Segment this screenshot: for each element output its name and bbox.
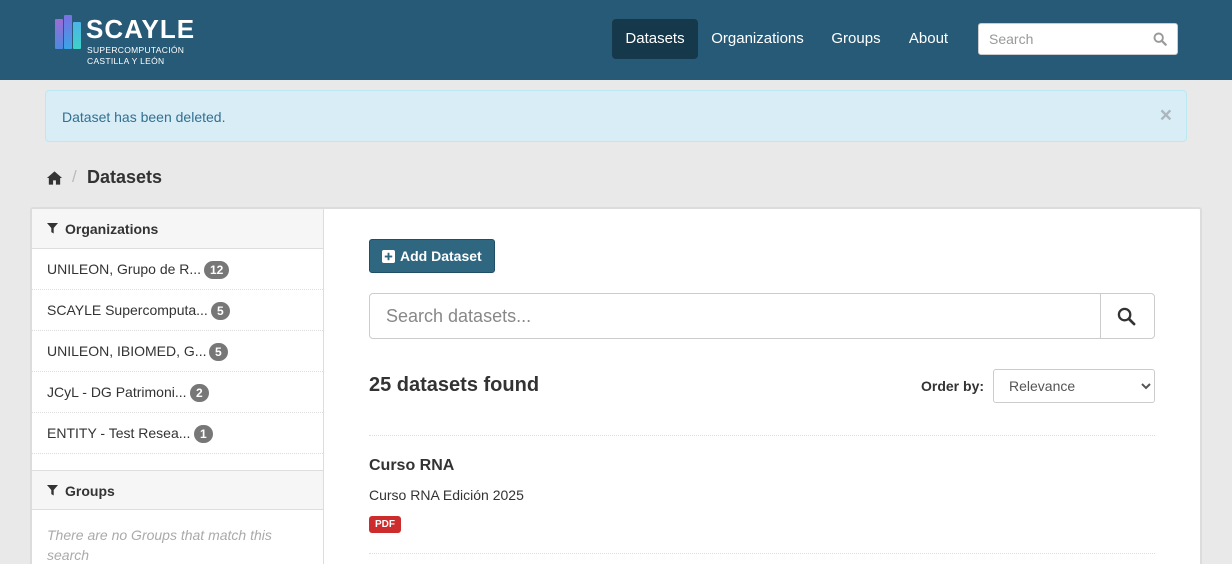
groups-facet-heading: Groups	[32, 470, 323, 510]
facet-item-count-badge: 5	[211, 302, 230, 320]
dataset-title-link[interactable]: Curso RNA	[369, 456, 454, 476]
content-wrapper: Organizations UNILEON, Grupo de R... 12 …	[30, 207, 1202, 564]
header-search-input[interactable]	[979, 24, 1149, 54]
facet-item-label: JCyL - DG Patrimoni...	[47, 384, 187, 400]
facet-item-label: UNILEON, IBIOMED, G...	[47, 343, 207, 359]
results-divider	[369, 435, 1155, 436]
close-icon[interactable]: ×	[1160, 104, 1172, 128]
facet-item-label: UNILEON, Grupo de R...	[47, 261, 202, 277]
search-icon	[1117, 307, 1136, 326]
nav-about[interactable]: About	[902, 19, 955, 59]
results-divider	[369, 553, 1155, 554]
site-logo[interactable]: SCAYLE SUPERCOMPUTACIÓN CASTILLA Y LEÓN	[55, 13, 195, 69]
filter-icon	[47, 223, 58, 234]
search-icon[interactable]	[1153, 32, 1167, 46]
facet-organization-item[interactable]: SCAYLE Supercomputa... 5	[32, 290, 323, 331]
logo-mark-icon	[55, 13, 81, 49]
organizations-heading-label: Organizations	[65, 221, 159, 237]
nav-groups[interactable]: Groups	[824, 19, 888, 59]
order-by-label: Order by:	[921, 378, 985, 394]
logo-subtitle-line-1: SUPERCOMPUTACIÓN	[87, 45, 185, 55]
home-icon[interactable]	[46, 170, 63, 186]
plus-square-icon	[382, 250, 395, 263]
groups-empty-message: There are no Groups that match this sear…	[47, 527, 272, 563]
sidebar: Organizations UNILEON, Grupo de R... 12 …	[32, 209, 324, 564]
nav-organizations[interactable]: Organizations	[704, 19, 811, 59]
breadcrumb-current[interactable]: Datasets	[87, 167, 162, 188]
facet-item-count-badge: 2	[190, 384, 209, 402]
facet-item-count-badge: 5	[209, 343, 228, 361]
facet-organization-item[interactable]: UNILEON, IBIOMED, G... 5	[32, 331, 323, 372]
facet-organization-item[interactable]: JCyL - DG Patrimoni... 2	[32, 372, 323, 413]
groups-heading-label: Groups	[65, 483, 115, 499]
logo-subtitle-line-2: CASTILLA Y LEÓN	[87, 56, 165, 66]
nav-datasets[interactable]: Datasets	[612, 19, 698, 59]
dataset-search-box	[369, 293, 1155, 339]
dataset-search-input[interactable]	[370, 294, 1100, 338]
header-search-box	[978, 23, 1178, 55]
breadcrumb-separator: /	[72, 167, 77, 186]
dataset-search-button[interactable]	[1100, 294, 1154, 338]
filter-icon	[47, 485, 58, 496]
add-dataset-label: Add Dataset	[400, 248, 482, 264]
add-dataset-button[interactable]: Add Dataset	[369, 239, 495, 273]
format-badge-pdf[interactable]: PDF	[369, 516, 401, 533]
flash-alert: Dataset has been deleted. ×	[45, 90, 1187, 142]
facet-organization-item[interactable]: UNILEON, Grupo de R... 12	[32, 249, 323, 290]
results-count: 25 datasets found	[369, 374, 540, 396]
logo-subtitle: SUPERCOMPUTACIÓN CASTILLA Y LEÓN	[87, 45, 207, 67]
facet-item-count-badge: 12	[204, 261, 230, 279]
masthead: SCAYLE SUPERCOMPUTACIÓN CASTILLA Y LEÓN …	[0, 0, 1232, 80]
dataset-notes: Curso RNA Edición 2025	[369, 487, 524, 503]
organizations-facet-heading: Organizations	[32, 209, 323, 249]
order-by-select[interactable]: Relevance	[993, 369, 1155, 403]
facet-item-count-badge: 1	[194, 425, 213, 443]
facet-item-label: SCAYLE Supercomputa...	[47, 302, 208, 318]
facet-organization-item[interactable]: ENTITY - Test Resea... 1	[32, 413, 323, 454]
logo-name: SCAYLE	[86, 14, 196, 44]
facet-item-label: ENTITY - Test Resea...	[47, 425, 191, 441]
primary-content: Add Dataset 25 datasets found Order by: …	[324, 209, 1200, 564]
alert-message: Dataset has been deleted.	[62, 109, 226, 125]
